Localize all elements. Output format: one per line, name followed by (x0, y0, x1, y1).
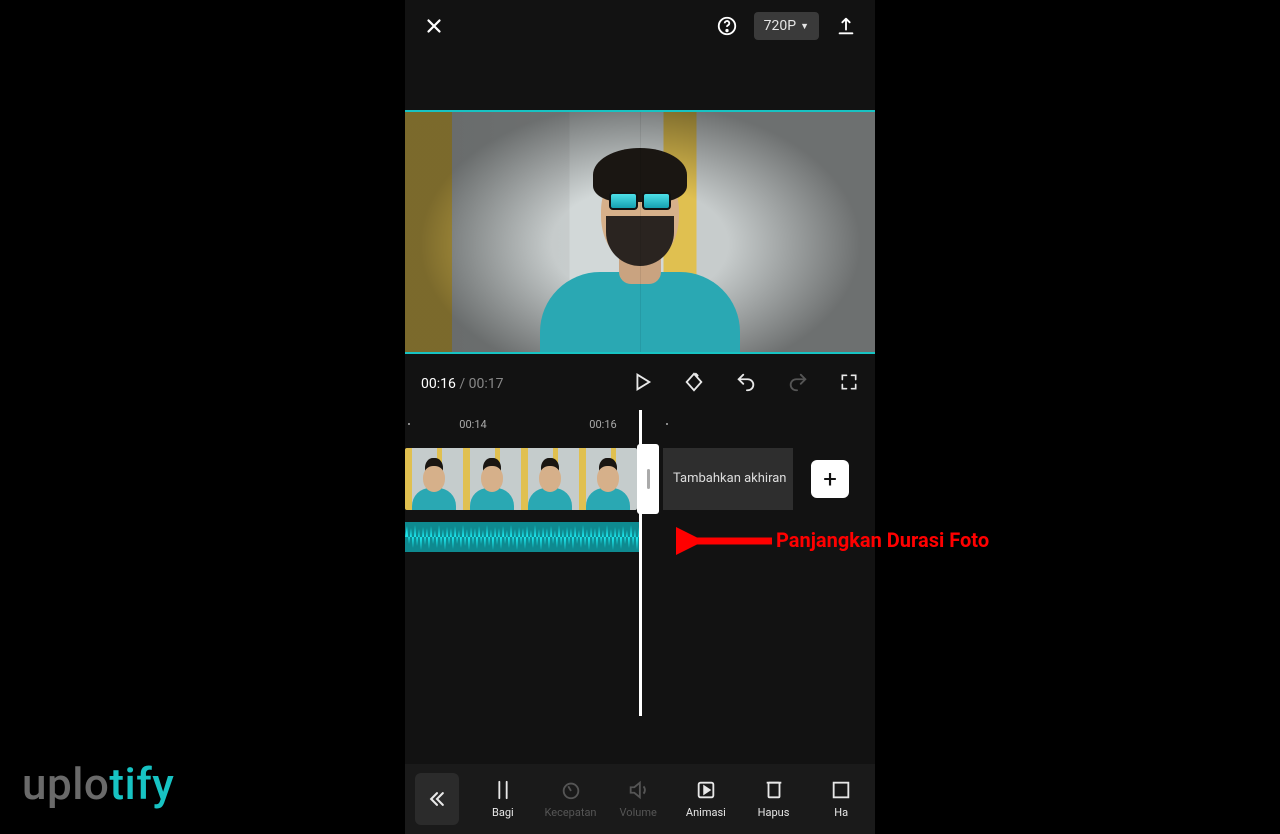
volume-icon (627, 779, 649, 801)
tool-volume: Volume (604, 779, 672, 819)
chevron-down-icon: ▼ (800, 21, 809, 32)
tool-delete[interactable]: Hapus (740, 779, 808, 819)
split-icon (492, 779, 514, 801)
current-time: 00:16 (421, 376, 456, 392)
tool-label: Volume (620, 806, 657, 819)
tool-label: Bagi (492, 806, 514, 819)
annotation-text: Panjangkan Durasi Foto (776, 528, 989, 552)
ruler-mark: 00:14 (459, 418, 486, 431)
ruler-mark: 00:16 (589, 418, 616, 431)
watermark: uplotify (22, 758, 174, 810)
app-screen: 720P ▼ 00:16 / 00:17 (405, 0, 875, 834)
tool-anim[interactable]: Animasi (672, 779, 740, 819)
tool-label: Hapus (758, 806, 790, 819)
bottom-toolbar: Bagi Kecepatan Volume Animasi Hapus Ha (405, 764, 875, 834)
add-clip-button[interactable]: + (811, 460, 849, 498)
help-icon[interactable] (716, 15, 738, 37)
close-icon[interactable] (423, 15, 445, 37)
audio-track[interactable] (405, 522, 641, 552)
resolution-label: 720P (764, 18, 796, 34)
top-bar: 720P ▼ (405, 0, 875, 52)
plus-icon: + (823, 465, 837, 493)
tool-label: Animasi (686, 806, 726, 819)
total-time: 00:17 (469, 376, 504, 392)
timeline[interactable]: 16.6s Tambahkan akhiran + (405, 436, 875, 716)
tool-label: Kecepatan (545, 806, 597, 819)
video-preview[interactable] (405, 110, 875, 354)
anim-icon (695, 779, 717, 801)
export-icon[interactable] (835, 15, 857, 37)
play-icon[interactable] (631, 371, 653, 397)
video-clip[interactable]: 16.6s (405, 448, 637, 510)
preview-frame (405, 112, 875, 352)
bg-icon (830, 779, 852, 801)
tool-speed: Kecepatan (537, 779, 605, 819)
fullscreen-icon[interactable] (839, 372, 859, 396)
tool-label: Ha (834, 806, 848, 819)
tool-bg[interactable]: Ha (807, 779, 875, 819)
delete-icon (763, 779, 785, 801)
add-ending-tile[interactable]: Tambahkan akhiran (663, 448, 793, 510)
ending-label: Tambahkan akhiran (673, 471, 787, 487)
toolbar-back-button[interactable] (415, 773, 459, 825)
keyframe-icon[interactable] (683, 371, 705, 397)
playback-controls: 00:16 / 00:17 (405, 354, 875, 414)
redo-icon (787, 371, 809, 397)
resolution-button[interactable]: 720P ▼ (754, 12, 819, 40)
tool-split[interactable]: Bagi (469, 779, 537, 819)
clip-trim-handle[interactable] (637, 444, 659, 514)
time-display: 00:16 / 00:17 (421, 376, 503, 392)
speed-icon (560, 779, 582, 801)
undo-icon[interactable] (735, 371, 757, 397)
